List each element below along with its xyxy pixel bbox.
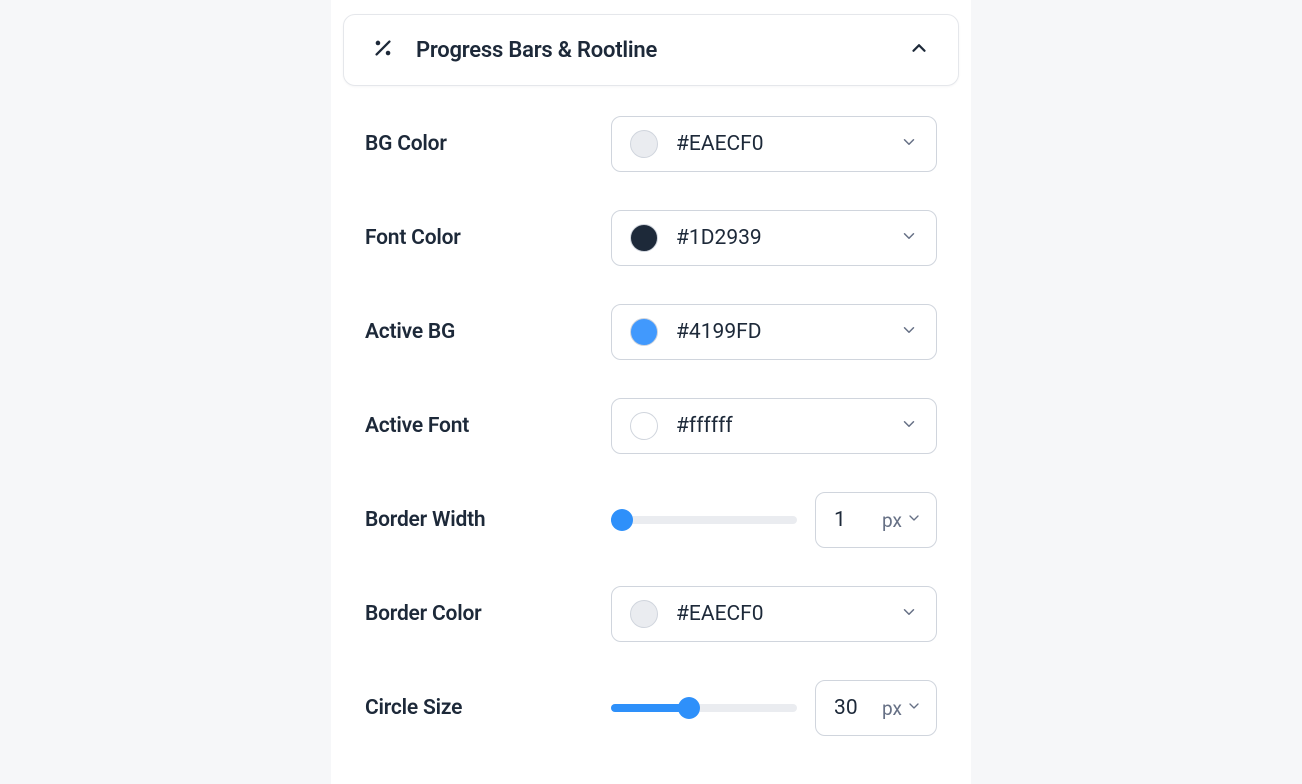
setting-row-font-color: Font Color #1D2939	[365, 210, 937, 266]
color-picker-active-font[interactable]: #ffffff	[611, 398, 937, 454]
swatch-font-color	[630, 224, 658, 252]
color-value-font-color: #1D2939	[676, 226, 882, 250]
setting-row-border-color: Border Color #EAECF0	[365, 586, 937, 642]
color-picker-active-bg[interactable]: #4199FD	[611, 304, 937, 360]
settings-body: BG Color #EAECF0 Font Color #1D2939	[331, 86, 971, 784]
unit-text-circle-size: px	[882, 697, 902, 720]
label-border-color: Border Color	[365, 602, 481, 626]
color-picker-border-color[interactable]: #EAECF0	[611, 586, 937, 642]
slider-circle-size[interactable]	[611, 704, 797, 712]
label-active-font: Active Font	[365, 414, 469, 438]
color-value-active-bg: #4199FD	[676, 320, 882, 344]
setting-row-active-bg: Active BG #4199FD	[365, 304, 937, 360]
label-font-color: Font Color	[365, 226, 461, 250]
setting-row-border-width: Border Width 1 px	[365, 492, 937, 548]
unit-select-circle-size[interactable]: px	[882, 697, 922, 720]
swatch-bg-color	[630, 130, 658, 158]
label-active-bg: Active BG	[365, 320, 455, 344]
color-value-border-color: #EAECF0	[676, 602, 882, 626]
setting-row-active-font: Active Font #ffffff	[365, 398, 937, 454]
setting-row-bg-color: BG Color #EAECF0	[365, 116, 937, 172]
percent-icon	[372, 37, 394, 63]
number-value-border-width: 1	[834, 508, 868, 532]
color-value-bg-color: #EAECF0	[676, 132, 882, 156]
number-box-circle-size[interactable]: 30 px	[815, 680, 937, 736]
chevron-down-icon	[900, 603, 918, 625]
chevron-down-icon	[900, 227, 918, 249]
swatch-border-color	[630, 600, 658, 628]
number-box-border-width[interactable]: 1 px	[815, 492, 937, 548]
slider-border-width[interactable]	[611, 516, 797, 524]
accordion-header-left: Progress Bars & Rootline	[372, 37, 657, 63]
settings-panel: Progress Bars & Rootline BG Color #EAECF…	[331, 0, 971, 784]
chevron-down-icon	[906, 510, 922, 530]
chevron-down-icon	[900, 321, 918, 343]
color-picker-font-color[interactable]: #1D2939	[611, 210, 937, 266]
slider-group-border-width: 1 px	[611, 492, 937, 548]
unit-text-border-width: px	[882, 509, 902, 532]
chevron-down-icon	[900, 133, 918, 155]
label-circle-size: Circle Size	[365, 696, 462, 720]
unit-select-border-width[interactable]: px	[882, 509, 922, 532]
chevron-down-icon	[906, 698, 922, 718]
label-border-width: Border Width	[365, 508, 485, 532]
slider-group-circle-size: 30 px	[611, 680, 937, 736]
color-picker-bg-color[interactable]: #EAECF0	[611, 116, 937, 172]
color-value-active-font: #ffffff	[676, 414, 882, 438]
accordion-header-progress-bars[interactable]: Progress Bars & Rootline	[343, 14, 959, 86]
setting-row-circle-size: Circle Size 30 px	[365, 680, 937, 736]
swatch-active-bg	[630, 318, 658, 346]
slider-thumb-circle-size[interactable]	[678, 697, 700, 719]
accordion-title: Progress Bars & Rootline	[416, 38, 657, 63]
label-bg-color: BG Color	[365, 132, 447, 156]
slider-thumb-border-width[interactable]	[611, 509, 633, 531]
swatch-active-font	[630, 412, 658, 440]
number-value-circle-size: 30	[834, 696, 868, 720]
chevron-up-icon	[908, 37, 930, 63]
chevron-down-icon	[900, 415, 918, 437]
